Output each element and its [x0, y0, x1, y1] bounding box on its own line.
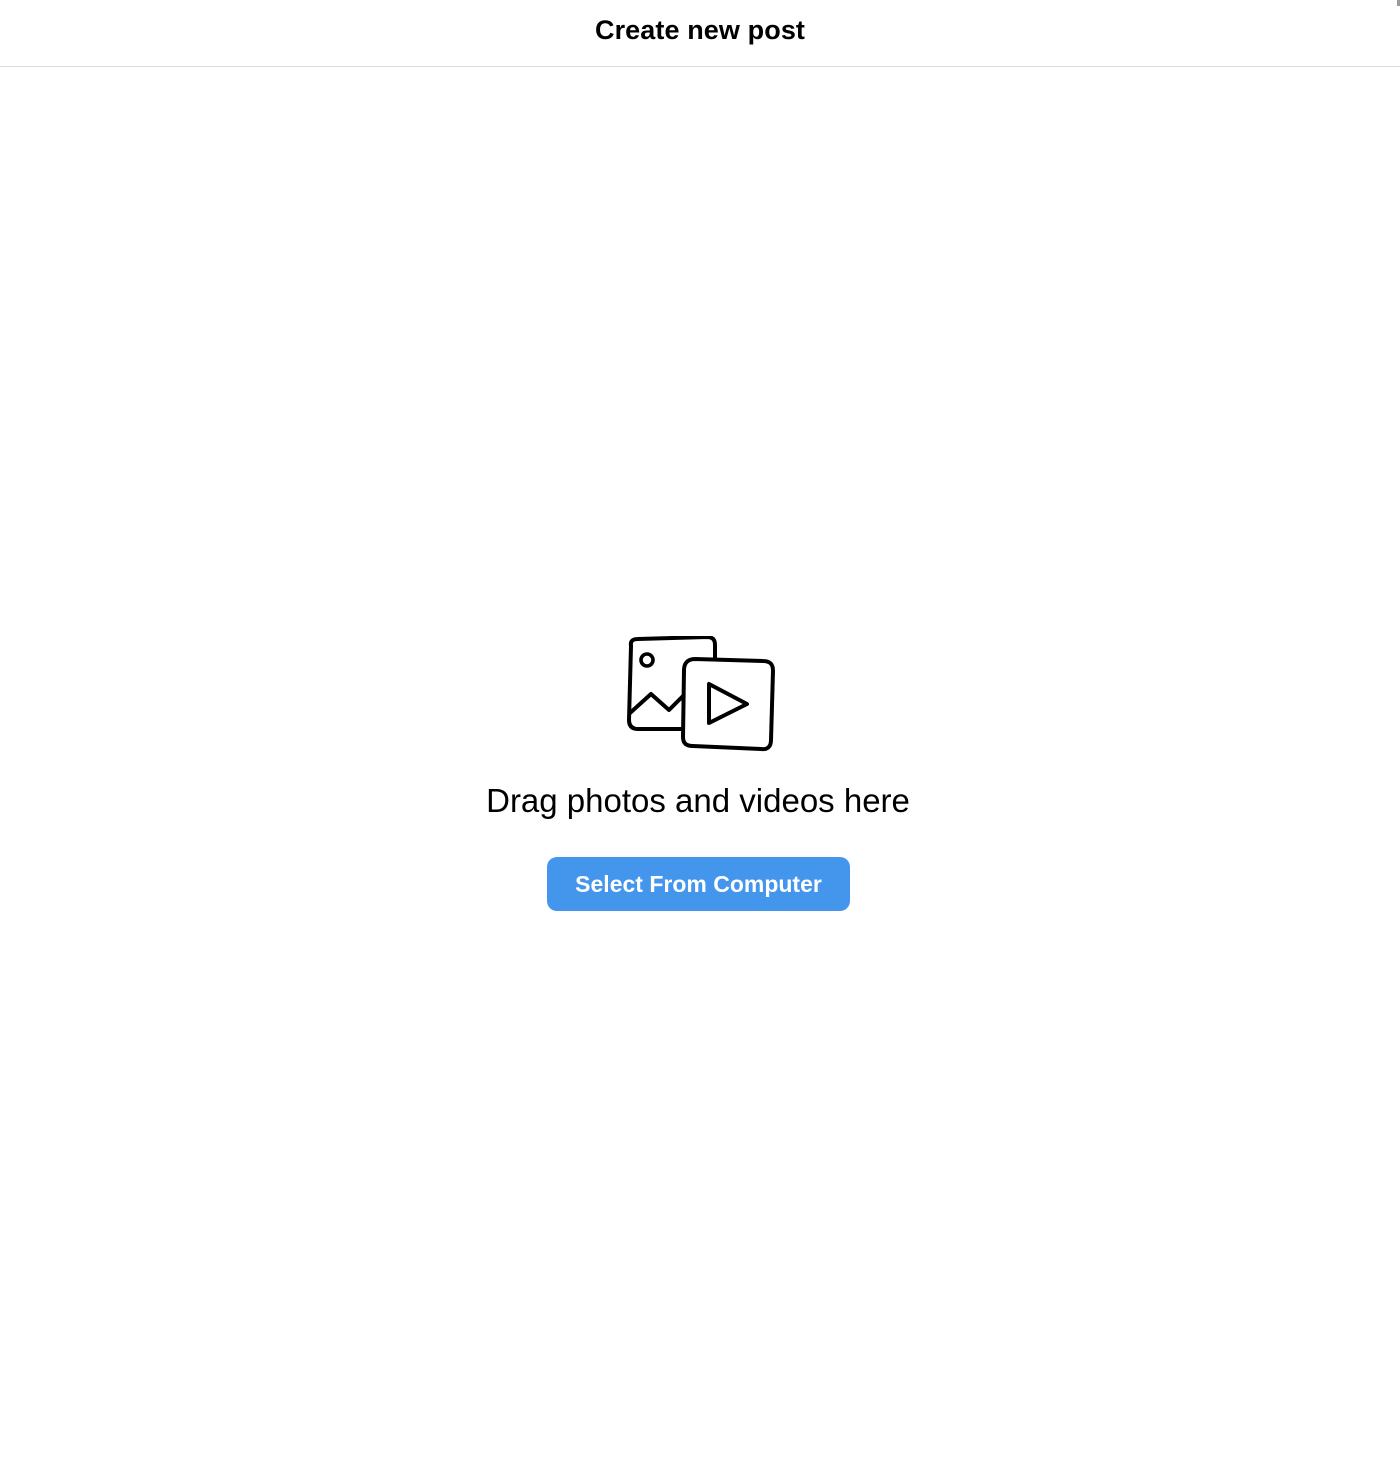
- upload-drop-zone[interactable]: Drag photos and videos here Select From …: [0, 68, 1400, 1479]
- create-post-modal: Create new post Drag photos and videos h…: [0, 0, 1400, 1479]
- photo-video-icon: [627, 636, 775, 752]
- modal-header: Create new post: [0, 0, 1400, 67]
- select-from-computer-button[interactable]: Select From Computer: [547, 857, 850, 911]
- page-title: Create new post: [594, 14, 806, 45]
- drag-photos-prompt: Drag photos and videos here: [486, 782, 910, 819]
